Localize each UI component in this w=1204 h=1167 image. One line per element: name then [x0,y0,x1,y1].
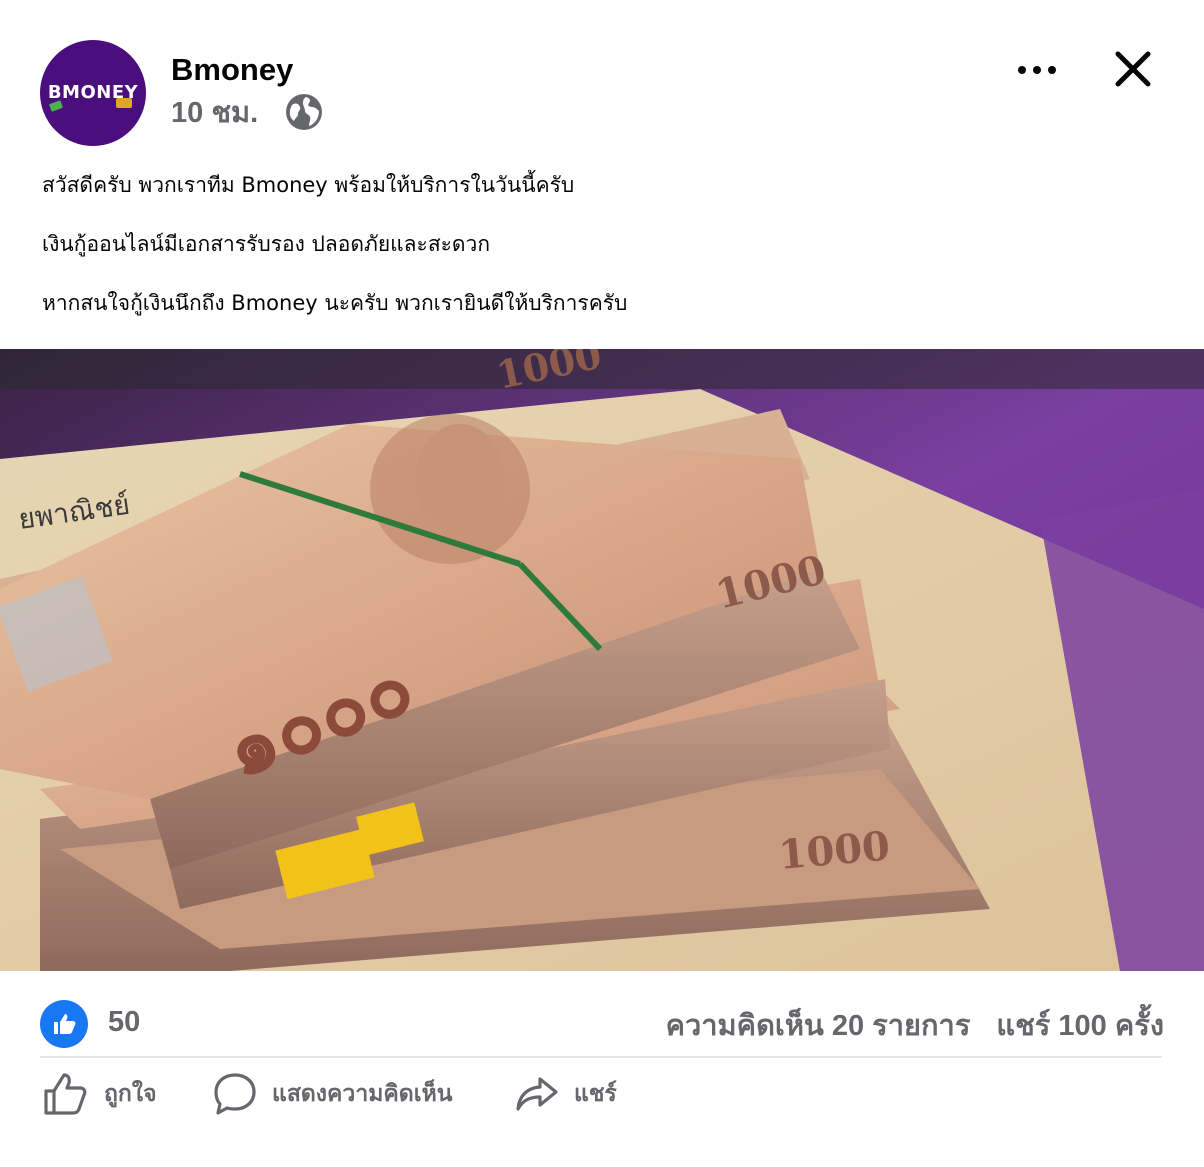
dot [1048,66,1056,74]
like-button[interactable]: ถูกใจ [40,1064,157,1124]
post-actions: ถูกใจ แสดงความคิดเห็น แชร์ [40,1064,1164,1124]
post-photo[interactable]: ยพาณิชย์ ๑๐๐๐ 1000 1000 1000 [0,349,1204,971]
dot [1018,66,1026,74]
comment-button[interactable]: แสดงความคิดเห็น [212,1064,452,1124]
divider [40,1056,1162,1058]
share-count[interactable]: แชร์ 100 ครั้ง [996,1002,1164,1048]
post-text-line: สวัสดีครับ พวกเราทีม Bmoney พร้อมให้บริก… [42,173,575,197]
share-arrow-icon [516,1077,558,1111]
dot [1033,66,1041,74]
more-options-icon[interactable] [1012,52,1062,88]
post-timestamp[interactable]: 10 ชม. [171,89,258,135]
post-text-line: หากสนใจกู้เงินนึกถึง Bmoney นะครับ พวกเร… [42,291,628,315]
comment-label: แสดงความคิดเห็น [272,1081,453,1107]
post-text: สวัสดีครับ พวกเราทีม Bmoney พร้อมให้บริก… [42,170,1162,347]
thumbs-up-icon [54,1014,76,1034]
like-reaction-icon[interactable] [40,1000,88,1048]
comment-count[interactable]: ความคิดเห็น 20 รายการ [666,1002,971,1048]
post-meta: 10 ชม. [171,94,324,130]
banknotes-photo: ยพาณิชย์ ๑๐๐๐ 1000 1000 1000 [0,349,1204,971]
comment-bubble-icon [214,1073,256,1115]
share-button[interactable]: แชร์ [514,1064,617,1124]
like-count[interactable]: 50 [108,1006,140,1039]
thumbs-up-icon [44,1073,87,1115]
page-name[interactable]: Bmoney [171,52,293,88]
avatar-coin-decoration [116,98,132,108]
banknote-label: 1000 [777,822,892,879]
post-header: BMONEY Bmoney 10 ชม. [0,0,1204,150]
share-label: แชร์ [574,1081,617,1107]
close-icon[interactable] [1112,48,1154,90]
engagement-counts: ความคิดเห็น 20 รายการ แชร์ 100 ครั้ง [666,1002,1164,1048]
post-text-line: เงินกู้ออนไลน์มีเอกสารรับรอง ปลอดภัยและส… [42,232,491,256]
reaction-summary: 50 ความคิดเห็น 20 รายการ แชร์ 100 ครั้ง [40,998,1164,1048]
page-avatar[interactable]: BMONEY [40,40,146,146]
globe-icon [286,94,323,130]
like-label: ถูกใจ [104,1081,157,1107]
